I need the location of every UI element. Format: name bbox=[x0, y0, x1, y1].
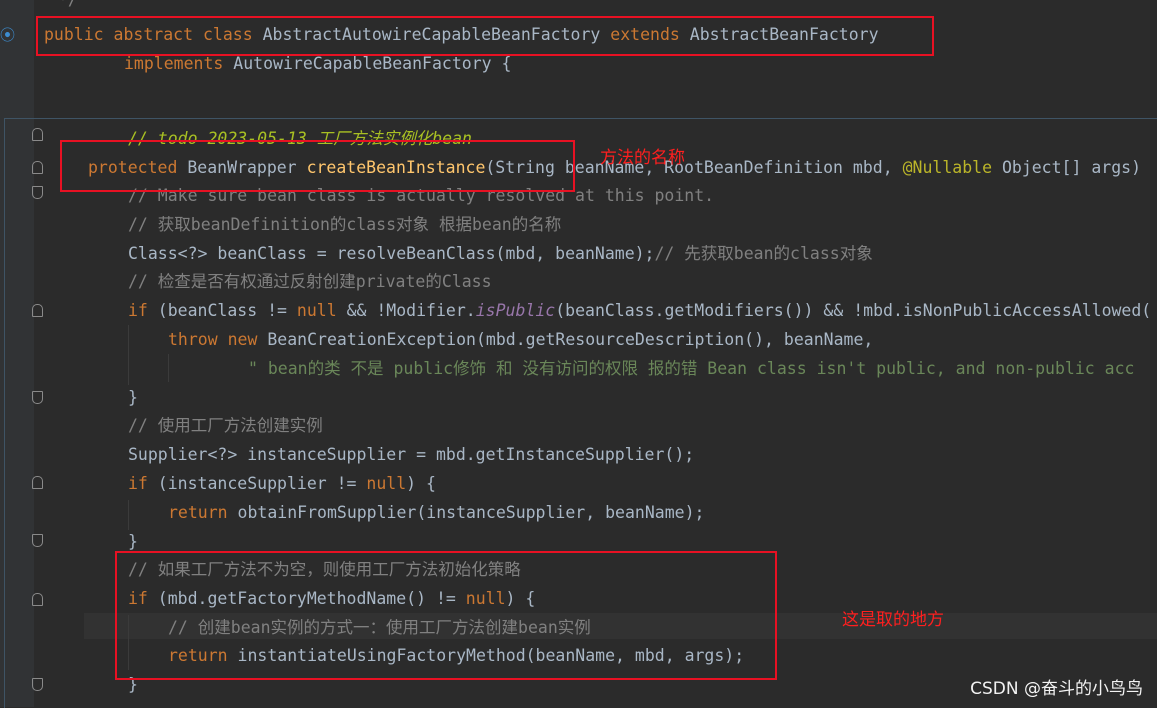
fold-marker-icon[interactable] bbox=[32, 678, 43, 691]
fold-marker-icon[interactable] bbox=[32, 161, 43, 174]
indent-guide bbox=[168, 354, 169, 382]
watermark: CSDN @奋斗的小鸟鸟 bbox=[970, 679, 1143, 699]
code-line-throw: throw new BeanCreationException(mbd.getR… bbox=[168, 328, 873, 352]
expression: (beanClass != bbox=[147, 301, 297, 320]
fold-marker-icon[interactable] bbox=[32, 128, 43, 141]
expression: (beanClass.getModifiers()) && !mbd.isNon… bbox=[555, 301, 1152, 320]
code-line-comment: // 使用工厂方法创建实例 bbox=[128, 416, 323, 435]
code-line-if-supplier: if (instanceSupplier != null) { bbox=[128, 472, 436, 496]
static-method: isPublic bbox=[475, 301, 556, 320]
indent-guide bbox=[128, 500, 129, 530]
code-line-instance-supplier: Supplier<?> instanceSupplier = mbd.getIn… bbox=[128, 445, 695, 464]
keyword: if bbox=[128, 301, 148, 320]
keyword: implements bbox=[124, 54, 224, 73]
keyword: throw bbox=[168, 330, 218, 349]
expression: BeanCreationException(mbd.getResourceDes… bbox=[257, 330, 874, 349]
highlight-box-factory-method bbox=[115, 551, 777, 680]
expression: (instanceSupplier != bbox=[147, 474, 367, 493]
code-line-comment: // 检查是否有权通过反射创建private的Class bbox=[128, 272, 492, 291]
code-line-doc-end: */ bbox=[58, 0, 78, 12]
expression: ) { bbox=[406, 474, 436, 493]
indent-guide bbox=[128, 325, 129, 385]
fold-marker-icon[interactable] bbox=[32, 304, 43, 317]
fold-marker-icon[interactable] bbox=[32, 534, 43, 547]
code-line-comment: // 获取beanDefinition的class对象 根据bean的名称 bbox=[128, 215, 562, 234]
highlight-box-class-declaration bbox=[36, 16, 934, 56]
inline-comment: // 先获取bean的class对象 bbox=[654, 244, 873, 263]
implementation-gutter-icon[interactable]: ⦿ bbox=[0, 24, 15, 45]
keyword: if bbox=[128, 474, 148, 493]
highlight-box-method-name bbox=[60, 140, 575, 192]
code-line-return-supplier: return obtainFromSupplier(instanceSuppli… bbox=[168, 501, 704, 525]
code-line-close-brace: } bbox=[128, 388, 138, 407]
parameters-rest: Object[] args) bbox=[992, 158, 1142, 177]
expression: && !Modifier. bbox=[336, 301, 476, 320]
code-line-resolve-bean-class: Class<?> beanClass = resolveBeanClass(mb… bbox=[128, 242, 873, 266]
fold-marker-icon[interactable] bbox=[32, 186, 43, 199]
annotation-here: 这是取的地方 bbox=[842, 610, 944, 630]
annotation-method-name: 方法的名称 bbox=[600, 148, 685, 168]
annotation: @Nullable bbox=[902, 158, 993, 177]
statement: Class<?> beanClass = resolveBeanClass(mb… bbox=[128, 244, 655, 263]
fold-marker-icon[interactable] bbox=[32, 593, 43, 606]
keyword: null bbox=[366, 474, 407, 493]
expression: obtainFromSupplier(instanceSupplier, bea… bbox=[227, 503, 705, 522]
code-line-error-string: " bean的类 不是 public修饰 和 没有访问的权限 报的错 Bean … bbox=[248, 359, 1135, 378]
keyword: return bbox=[168, 503, 228, 522]
fold-marker-icon[interactable] bbox=[32, 476, 43, 489]
code-line-if-public-check: if (beanClass != null && !Modifier.isPub… bbox=[128, 299, 1151, 323]
interface-name: AutowireCapableBeanFactory { bbox=[233, 54, 512, 73]
keyword: null bbox=[296, 301, 337, 320]
fold-marker-icon[interactable] bbox=[32, 391, 43, 404]
keyword: new bbox=[227, 330, 258, 349]
